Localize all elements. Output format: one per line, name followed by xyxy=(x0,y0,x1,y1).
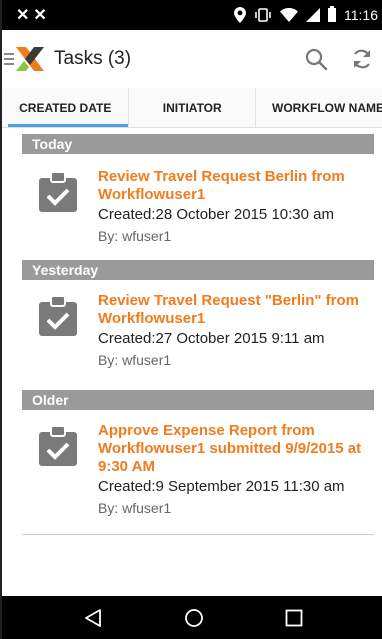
clipboard-check-icon xyxy=(39,172,77,212)
list-item[interactable]: Review Travel Request Berlin from Workfl… xyxy=(2,164,382,260)
recents-icon[interactable] xyxy=(285,609,303,627)
nintex-logo-icon xyxy=(16,47,44,71)
clipboard-check-icon xyxy=(39,426,77,466)
task-title: Review Travel Request Berlin from Workfl… xyxy=(98,168,345,203)
status-time: 11:16 xyxy=(344,7,378,23)
search-icon[interactable] xyxy=(304,47,328,71)
task-list: Today Review Travel Request Berlin from … xyxy=(2,128,382,596)
section-header-today: Today xyxy=(22,134,374,154)
tab-initiator[interactable]: INITIATOR xyxy=(128,88,255,127)
wifi-icon xyxy=(280,8,298,22)
task-created: Created:9 September 2015 11:30 am xyxy=(98,478,345,495)
task-created: Created:28 October 2015 10:30 am xyxy=(98,206,334,223)
section-header-yesterday: Yesterday xyxy=(22,260,374,280)
task-created: Created:27 October 2015 9:11 am xyxy=(98,330,325,347)
refresh-icon[interactable] xyxy=(350,47,374,71)
task-title: Approve Expense Report from Workflowuser… xyxy=(98,422,362,475)
task-initiator: By: wfuser1 xyxy=(98,228,172,244)
task-initiator: By: wfuser1 xyxy=(98,500,172,516)
task-title: Review Travel Request "Berlin" from Work… xyxy=(98,292,359,327)
action-bar: Tasks (3) xyxy=(2,30,382,88)
back-icon[interactable] xyxy=(83,608,103,628)
drawer-icon[interactable] xyxy=(4,53,14,65)
battery-icon xyxy=(328,6,336,22)
cell-signal-icon xyxy=(306,8,320,22)
vibrate-icon xyxy=(255,8,271,22)
x-notification-icon: ✕ xyxy=(16,7,30,24)
task-initiator: By: wfuser1 xyxy=(98,352,172,368)
app-screen: ✕ ✕ 11:16 Tasks (3) CREATED DATE INITIAT… xyxy=(0,0,382,639)
tab-workflow-name[interactable]: WORKFLOW NAME xyxy=(255,88,382,127)
clipboard-check-icon xyxy=(39,296,77,336)
x-notification-icon: ✕ xyxy=(33,7,47,24)
sort-tabs: CREATED DATE INITIATOR WORKFLOW NAME xyxy=(2,88,382,128)
list-item[interactable]: Approve Expense Report from Workflowuser… xyxy=(2,416,382,532)
location-icon xyxy=(234,7,246,23)
home-icon[interactable] xyxy=(184,608,204,628)
section-header-older: Older xyxy=(22,390,374,410)
list-divider xyxy=(22,534,374,535)
status-bar: ✕ ✕ 11:16 xyxy=(2,0,382,30)
system-nav-bar xyxy=(2,596,382,639)
page-title: Tasks (3) xyxy=(54,48,132,69)
list-item[interactable]: Review Travel Request "Berlin" from Work… xyxy=(2,286,382,380)
tab-created-date[interactable]: CREATED DATE xyxy=(2,88,129,127)
